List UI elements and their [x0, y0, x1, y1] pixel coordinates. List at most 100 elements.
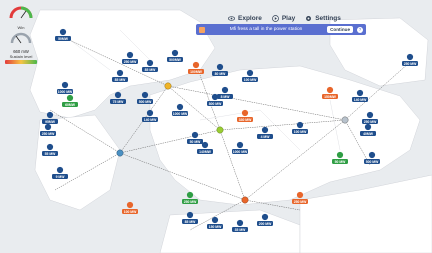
- plant-capacity-label: 80 MW: [215, 72, 227, 76]
- plant-icon: [186, 191, 194, 199]
- plant-icon: [176, 103, 184, 111]
- plant-icon: [61, 81, 69, 89]
- plant-icon: [211, 216, 219, 224]
- plant-icon: [336, 151, 344, 159]
- plant-capacity-label: 150 MW: [209, 225, 222, 229]
- plant-icon: [216, 63, 224, 71]
- plant-capacity-label: 250 MW: [364, 120, 377, 124]
- plant-capacity-label: 50MW: [58, 37, 69, 41]
- plant-icon: [191, 131, 199, 139]
- plant-capacity-label: 250 MW: [42, 132, 55, 136]
- plant-capacity-label: 40MW: [363, 132, 374, 136]
- plant-capacity-label: 100MW: [190, 70, 202, 74]
- win-gauge: [9, 6, 33, 19]
- plant-capacity-label: 1000 MW: [173, 112, 188, 116]
- plant-icon: [356, 89, 364, 97]
- plant-capacity-label: 250 MW: [294, 200, 307, 204]
- top-nav: Explore Play Settings: [228, 12, 341, 24]
- nav-play-label: Play: [281, 14, 296, 22]
- continue-button[interactable]: Continue: [327, 26, 353, 33]
- plant-capacity-label: 85 MW: [115, 78, 127, 82]
- plant-icon: [171, 49, 179, 57]
- power-gauge: [10, 32, 32, 44]
- nav-settings-label: Settings: [315, 14, 341, 22]
- plant-capacity-label: 75 MW: [113, 100, 125, 104]
- plant-capacity-label: 95MW: [45, 120, 56, 124]
- plant-icon: [326, 86, 334, 94]
- hub-west: [116, 149, 124, 157]
- plant-icon: [44, 123, 52, 131]
- plant-icon: [364, 123, 372, 131]
- plant-capacity-label: 140 MW: [354, 98, 367, 102]
- plant-icon: [246, 69, 254, 77]
- nav-explore-label: Explore: [238, 14, 262, 22]
- plant-capacity-label: 1000 MW: [233, 150, 248, 154]
- hub-north: [164, 82, 172, 90]
- plant-capacity-label: 330 MW: [239, 118, 252, 122]
- plant-capacity-label: 50 MW: [190, 140, 202, 144]
- status-hud: Win 660 mW Sustain level: [2, 4, 40, 65]
- plant-icon: [141, 91, 149, 99]
- plant-icon: [146, 109, 154, 117]
- power-grid-map: 50MW 250 MW 85 MW 500MW 100MW 85 MW 75 MW 500 M…: [0, 0, 432, 253]
- banner-text: Mfi fress a tall in the power station: [229, 27, 303, 32]
- plant-capacity-label: 500 MW: [366, 160, 379, 164]
- nav-explore[interactable]: Explore: [228, 12, 262, 24]
- plant-capacity-label: 8 MW: [221, 95, 231, 99]
- nav-play[interactable]: Play: [271, 12, 296, 24]
- plant-capacity-label: 500MW: [169, 58, 181, 62]
- plant-icon: [126, 201, 134, 209]
- hub-center: [216, 126, 224, 134]
- plant-capacity-label: 100 MW: [294, 130, 307, 134]
- plant-icon: [59, 28, 67, 36]
- plant-capacity-label: 50 MW: [335, 160, 347, 164]
- plant-capacity-label: 1000 MW: [58, 90, 73, 94]
- plant-capacity-label: 4 MW: [261, 135, 271, 139]
- plant-icon: [114, 91, 122, 99]
- plant-capacity-label: 200 MW: [259, 222, 272, 226]
- plant-capacity-label: 100 MW: [124, 210, 137, 214]
- plant-icon: [192, 61, 200, 69]
- nav-settings[interactable]: Settings: [305, 12, 341, 24]
- plant-capacity-label: 140 MW: [144, 118, 157, 122]
- play-icon: [271, 14, 279, 22]
- eye-icon: [228, 15, 235, 21]
- game-stage: { "nav": { "explore_label": "Explore", "…: [0, 0, 432, 253]
- plant-capacity-label: 140MW: [199, 150, 211, 154]
- plant-icon: [46, 111, 54, 119]
- hub-east: [341, 116, 349, 124]
- plant-icon: [236, 141, 244, 149]
- plant-capacity-label: 35 MW: [235, 228, 247, 232]
- plant-capacity-label: 55 MW: [45, 152, 57, 156]
- plant-icon: [66, 94, 74, 102]
- plant-icon: [56, 166, 64, 174]
- plant-icon: [221, 86, 229, 94]
- plant-icon: [366, 111, 374, 119]
- plant-capacity-label: 800 MW: [209, 102, 222, 106]
- plant-capacity-label: 100 MW: [244, 78, 257, 82]
- plant-icon: [241, 109, 249, 117]
- plant-icon: [406, 53, 414, 61]
- plant-icon: [236, 219, 244, 227]
- gear-icon: [306, 15, 312, 21]
- plant-capacity-label: 250 MW: [184, 200, 197, 204]
- help-icon[interactable]: ?: [357, 26, 363, 33]
- hub-south: [241, 196, 249, 204]
- plant-capacity-label: 250 MW: [124, 60, 137, 64]
- plant-icon: [368, 151, 376, 159]
- plant-capacity-label: 150MW: [324, 95, 336, 99]
- plant-capacity-label: 60MW: [65, 103, 76, 107]
- plant-capacity-label: 250 MW: [404, 62, 417, 66]
- sustain-bar-label: Sustain level: [9, 54, 33, 59]
- plant-icon: [261, 126, 269, 134]
- plant-icon: [46, 143, 54, 151]
- sustain-bar: [5, 60, 37, 64]
- plant-icon: [116, 69, 124, 77]
- info-banner: Mfi fress a tall in the power station Co…: [196, 24, 366, 35]
- plant-icon: [146, 59, 154, 67]
- plant-icon: [296, 121, 304, 129]
- plant-icon: [201, 141, 209, 149]
- plant-icon: [126, 51, 134, 59]
- plant-icon: [186, 211, 194, 219]
- plant-icon: [296, 191, 304, 199]
